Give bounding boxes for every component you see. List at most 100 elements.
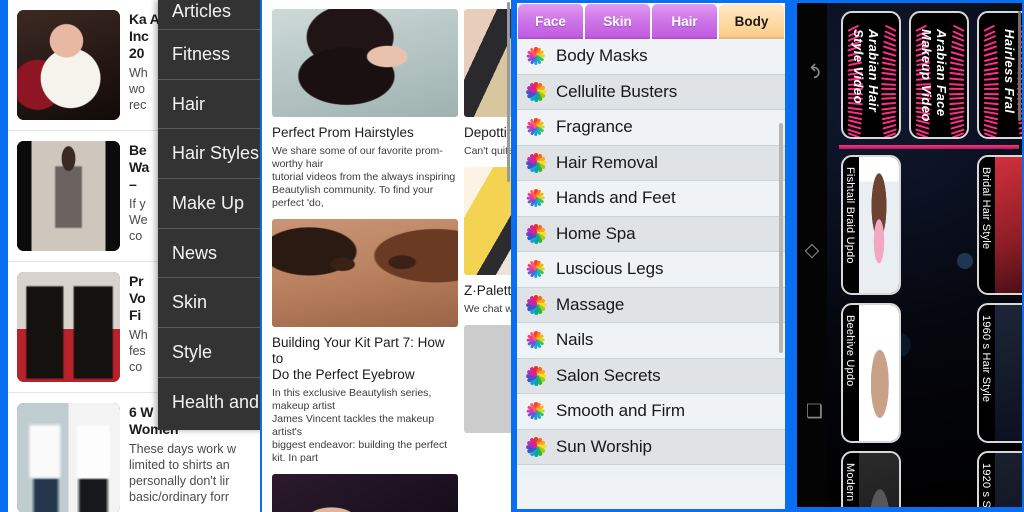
video-title: Fishtail Braid Updo [844, 167, 856, 264]
video-title: Bridal Hair Style [980, 167, 992, 250]
tab-skin[interactable]: Skin [585, 4, 650, 39]
article-thumbnail [17, 403, 120, 512]
drawer-item-fitness[interactable]: Fitness [158, 30, 260, 80]
video-thumbnail[interactable]: Fishtail Braid Updo [841, 155, 901, 295]
category-label: Hands and Feet [556, 188, 676, 208]
video-preview-image [995, 305, 1022, 441]
category-label: Fragrance [556, 117, 633, 137]
tab-body[interactable]: Body [719, 4, 784, 39]
home-icon[interactable]: ◇ [802, 241, 823, 261]
category-list: Body Masks Cellulite Busters Fragrance Hair… [517, 39, 785, 465]
video-thumbnail[interactable]: 1960 s Hair Style [977, 303, 1022, 443]
card-image [464, 325, 511, 433]
card-body: We chat wit makeup arti benefits of [464, 303, 511, 315]
panel-video-gallery: ↶ ◇ ❐ Arabian Hair Style Video Arabian Fa… [793, 0, 1024, 512]
category-label: Nails [556, 330, 594, 350]
card-title: Perfect Prom Hairstyles [272, 125, 414, 140]
category-label: Cellulite Busters [556, 81, 678, 101]
video-thumbnail[interactable]: Bridal Hair Style [977, 155, 1022, 295]
feed-card[interactable] [464, 316, 511, 433]
category-label: Home Spa [556, 223, 636, 243]
pinwheel-icon [525, 116, 547, 138]
card-image [464, 9, 511, 117]
category-item[interactable]: Smooth and Firm [517, 394, 785, 430]
card-body: We share some of our favorite prom-worth… [272, 145, 456, 209]
category-item[interactable]: Hair Removal [517, 145, 785, 181]
drawer-item-skin[interactable]: Skin [158, 278, 260, 329]
card-body: Can't quite f products fro Read on for [464, 145, 511, 157]
android-navigation-bar: ↶ ◇ ❐ [797, 3, 827, 507]
scrollbar[interactable] [507, 2, 510, 182]
screenshot-root: Ka Articles Inc 20 Wh wo rec Be Wa – If … [0, 0, 1024, 512]
pinwheel-icon [525, 294, 547, 316]
drawer-item-hair[interactable]: Hair [158, 80, 260, 130]
panel-articles-drawer: Ka Articles Inc 20 Wh wo rec Be Wa – If … [0, 0, 260, 512]
category-label: Hair Removal [556, 152, 658, 172]
feed-card[interactable] [272, 465, 458, 512]
card-image [464, 167, 511, 275]
feed-card[interactable]: Perfect Prom Hairstyles We share some of… [272, 0, 458, 210]
tab-face[interactable]: Face [518, 4, 583, 39]
scrollbar[interactable] [779, 123, 783, 353]
pinwheel-icon [525, 400, 547, 422]
video-title: 1920 s Swi [980, 463, 992, 507]
category-item[interactable]: Home Spa [517, 216, 785, 252]
list-empty-space [517, 475, 785, 509]
category-label: Massage [556, 294, 625, 314]
video-thumbnail[interactable]: Beehive Updo [841, 303, 901, 443]
tab-hair[interactable]: Hair [652, 4, 717, 39]
pinwheel-icon [525, 45, 547, 67]
article-feed: Perfect Prom Hairstyles We share some of… [262, 0, 511, 512]
gallery-stage: Arabian Hair Style Video Arabian Face Mak… [827, 3, 1022, 507]
card-image [272, 219, 458, 327]
category-item[interactable]: Luscious Legs [517, 252, 785, 288]
card-title: Building Your Kit Part 7: How to Do the … [272, 335, 445, 382]
video-preview-image [859, 305, 899, 441]
panel-beautylish-feed: Perfect Prom Hairstyles We share some of… [260, 0, 513, 512]
drawer-item-health-and-wellness[interactable]: Health and Wellness [158, 378, 260, 428]
video-thumbnail[interactable]: 1920 s Swi [977, 451, 1022, 507]
video-gallery-rotated: ↶ ◇ ❐ Arabian Hair Style Video Arabian Fa… [797, 3, 1022, 507]
pinwheel-icon [525, 258, 547, 280]
drawer-item-hair-styles[interactable]: Hair Styles [158, 129, 260, 180]
video-rows: Fishtail Braid Updo Bridal Hair Style Beeh… [827, 3, 1022, 507]
category-item[interactable]: Massage [517, 287, 785, 323]
scrollbar[interactable] [1018, 11, 1021, 121]
feed-card[interactable]: Depottin Custom Than Yo Can't quite f pr… [464, 0, 511, 158]
drawer-item-news[interactable]: News [158, 229, 260, 279]
category-browser: Face Skin Hair Body Body Masks Cellulite … [517, 3, 785, 509]
feed-card[interactable]: Z·Palette Art of Or We chat wit makeup a… [464, 158, 511, 316]
pinwheel-icon [525, 365, 547, 387]
category-item[interactable]: Hands and Feet [517, 181, 785, 217]
card-title: Z·Palette Art of Or [464, 283, 511, 298]
video-thumbnail[interactable]: Modern [841, 451, 901, 507]
category-item[interactable]: Nails [517, 323, 785, 359]
category-item[interactable]: Fragrance [517, 110, 785, 146]
drawer-item-style[interactable]: Style [158, 328, 260, 378]
category-label: Sun Worship [556, 436, 652, 456]
video-preview-image [859, 157, 899, 293]
category-label: Salon Secrets [556, 365, 661, 385]
article-snippet: These days work w limited to shirts an p… [129, 442, 236, 504]
article-thumbnail [17, 272, 120, 382]
drawer-item-make-up[interactable]: Make Up [158, 179, 260, 229]
recent-apps-icon[interactable]: ❐ [802, 401, 823, 421]
feed-card[interactable]: Building Your Kit Part 7: How to Do the … [272, 210, 458, 465]
category-label: Body Masks [556, 46, 648, 66]
category-drawer[interactable]: Articles Fitness Hair Hair Styles Make U… [158, 0, 260, 430]
category-label: Luscious Legs [556, 259, 664, 279]
pinwheel-icon [525, 187, 547, 209]
pinwheel-icon [525, 223, 547, 245]
video-title: 1960 s Hair Style [980, 315, 992, 403]
back-icon[interactable]: ↶ [802, 61, 823, 81]
pinwheel-icon [525, 81, 547, 103]
category-item[interactable]: Cellulite Busters [517, 74, 785, 110]
drawer-item-articles[interactable]: Articles [158, 0, 260, 30]
article-thumbnail [17, 141, 120, 251]
category-item[interactable]: Sun Worship [517, 429, 785, 465]
card-body: In this exclusive Beautylish series, mak… [272, 387, 448, 464]
category-item[interactable]: Salon Secrets [517, 358, 785, 394]
card-title: Depottin Custom Than Yo [464, 125, 511, 140]
feed-column-side: Depottin Custom Than Yo Can't quite f pr… [462, 0, 511, 512]
category-item[interactable]: Body Masks [517, 39, 785, 75]
